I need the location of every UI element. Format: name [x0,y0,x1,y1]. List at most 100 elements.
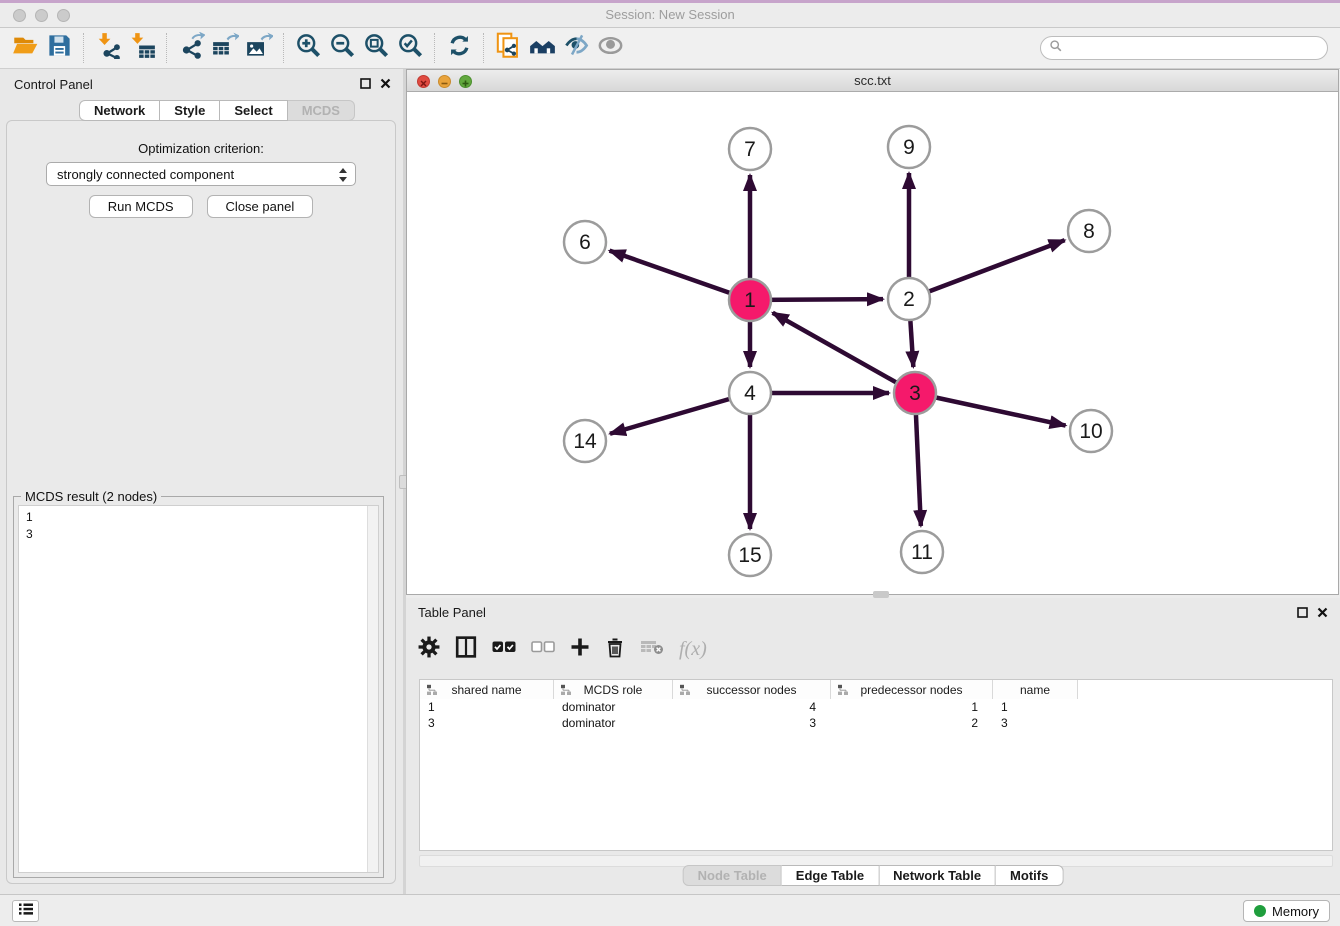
search-input[interactable] [1063,38,1327,58]
column-header-shared-name[interactable]: shared name [420,680,554,699]
table-cell[interactable]: 2 [831,715,993,731]
search-field[interactable] [1040,36,1328,60]
table-cell[interactable]: 3 [673,715,831,731]
table-settings-button[interactable] [418,636,440,662]
delete-table-button[interactable] [640,636,664,662]
graph-node-10[interactable]: 10 [1070,410,1112,452]
column-label: predecessor nodes [860,683,962,697]
graph-edge-3-1[interactable] [773,313,915,393]
graph-node-3[interactable]: 3 [894,372,936,414]
close-panel-icon[interactable] [380,76,391,94]
import-table-button[interactable] [125,32,159,64]
save-session-button[interactable] [42,32,76,64]
zoom-out-button[interactable] [325,32,359,64]
graph-node-6[interactable]: 6 [564,221,606,263]
graph-node-2[interactable]: 2 [888,278,930,320]
column-header-MCDS-role[interactable]: MCDS role [554,680,673,699]
graph-edge-2-8[interactable] [909,240,1065,299]
graph-node-7[interactable]: 7 [729,128,771,170]
graph-node-14[interactable]: 14 [564,420,606,462]
table-row[interactable]: 3dominator323 [420,715,1078,731]
svg-text:11: 11 [911,541,933,564]
table-row[interactable]: 1dominator411 [420,699,1078,715]
toolbar-separator [483,33,484,63]
graph-node-1[interactable]: 1 [729,279,771,321]
table-cell[interactable]: 4 [673,699,831,715]
run-mcds-button[interactable]: Run MCDS [89,195,193,218]
table-cell[interactable]: 1 [993,699,1078,715]
node-table: shared nameMCDS rolesuccessor nodes prede… [419,679,1333,851]
tab-edge-table[interactable]: Edge Table [782,865,879,886]
show-graphics-details-button[interactable] [593,32,627,64]
refresh-button[interactable] [442,32,476,64]
tab-select[interactable]: Select [220,100,287,121]
graph-node-15[interactable]: 15 [729,534,771,576]
network-window-titlebar[interactable]: scc.txt [407,70,1338,92]
delete-column-button[interactable] [605,636,625,662]
tab-network-table[interactable]: Network Table [879,865,996,886]
graph-node-8[interactable]: 8 [1068,210,1110,252]
memory-button[interactable]: Memory [1243,900,1330,922]
result-scrollbar[interactable] [367,506,378,872]
zoom-in-button[interactable] [291,32,325,64]
zoom-fit-button[interactable] [359,32,393,64]
tab-style[interactable]: Style [160,100,220,121]
table-cell[interactable]: dominator [554,715,673,731]
import-network-button[interactable] [91,32,125,64]
table-cell[interactable]: 1 [831,699,993,715]
table-cell[interactable]: 1 [420,699,554,715]
mcds-result-title: MCDS result (2 nodes) [21,489,161,504]
tab-node-table[interactable]: Node Table [683,865,782,886]
svg-text:7: 7 [744,138,756,161]
hide-graphics-details-button[interactable] [559,32,593,64]
zoom-selected-button[interactable] [393,32,427,64]
zoom-selected-icon [397,32,424,64]
task-list-icon [18,902,34,921]
gear-icon [418,636,440,663]
float-panel-icon[interactable] [1297,605,1308,623]
tab-mcds[interactable]: MCDS [288,100,355,121]
memory-label: Memory [1272,904,1319,919]
network-resize-handle[interactable] [873,591,889,598]
refresh-icon [446,32,473,64]
close-panel-icon[interactable] [1317,605,1328,623]
show-task-history-button[interactable] [12,900,39,922]
criterion-select[interactable]: strongly connected component [46,162,356,186]
graph-node-11[interactable]: 11 [901,531,943,573]
tab-network[interactable]: Network [79,100,160,121]
select-all-button[interactable] [492,636,516,662]
table-cell[interactable]: 3 [420,715,554,731]
column-header-predecessor-nodes[interactable]: predecessor nodes [831,680,993,699]
deselect-all-button[interactable] [531,636,555,662]
network-from-file-icon [495,32,522,64]
toggle-panel-button[interactable] [455,636,477,662]
first-neighbors-icon [529,32,556,64]
create-column-button[interactable] [570,636,590,662]
graph-edge-1-6[interactable] [610,251,750,300]
tab-motifs[interactable]: Motifs [996,865,1063,886]
column-header-successor-nodes[interactable]: successor nodes [673,680,831,699]
network-canvas[interactable]: 7 9 6 8 1 2 4 3 14 10 15 11 [407,92,1338,594]
mcds-result-text[interactable]: 13 [18,505,379,873]
graph-edge-3-10[interactable] [915,393,1066,426]
svg-text:4: 4 [744,382,756,405]
open-session-button[interactable] [8,32,42,64]
export-image-button[interactable] [242,32,276,64]
export-network-button[interactable] [174,32,208,64]
export-table-button[interactable] [208,32,242,64]
column-header-name[interactable]: name [993,680,1078,699]
first-neighbors-button[interactable] [525,32,559,64]
table-cell[interactable]: dominator [554,699,673,715]
table-cell[interactable]: 3 [993,715,1078,731]
close-panel-button[interactable]: Close panel [207,195,314,218]
delete-table-icon [640,639,664,660]
function-builder-button[interactable]: f(x) [679,636,707,662]
network-from-file-button[interactable] [491,32,525,64]
graph-node-9[interactable]: 9 [888,126,930,168]
graph-node-4[interactable]: 4 [729,372,771,414]
float-panel-icon[interactable] [360,76,371,94]
import-network-icon [95,32,122,64]
mcds-panel: Optimization criterion: strongly connect… [6,120,396,884]
svg-text:2: 2 [903,288,915,311]
export-image-icon [246,32,273,64]
